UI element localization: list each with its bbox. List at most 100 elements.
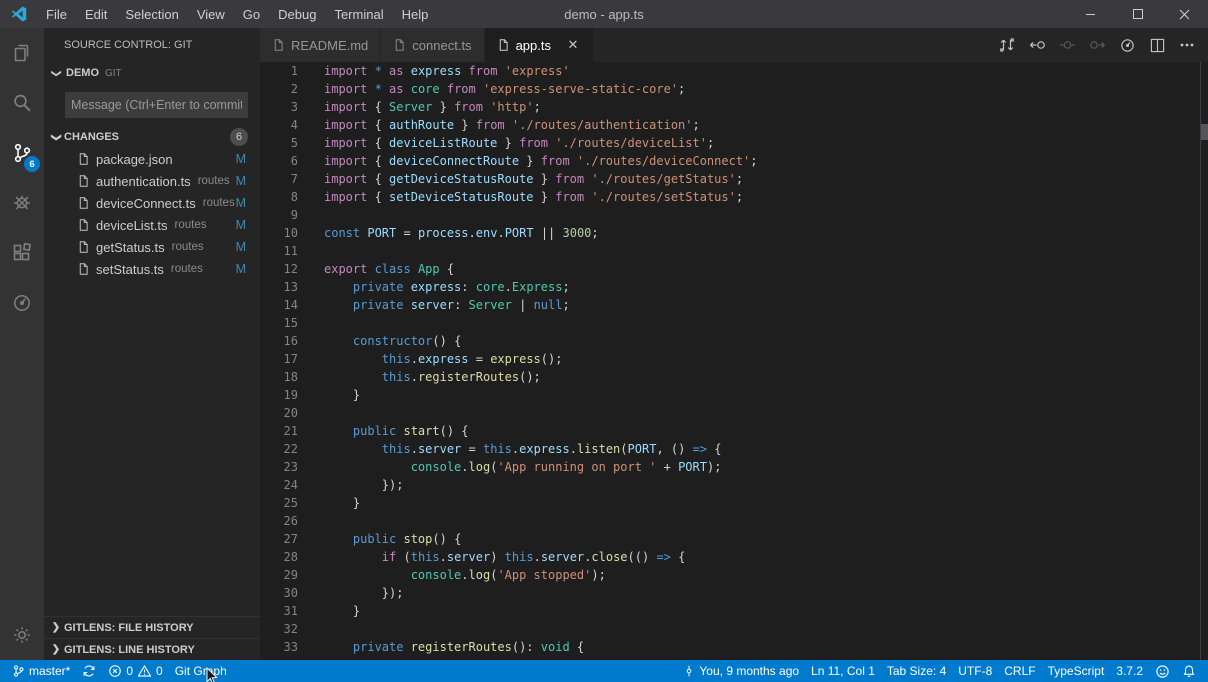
file-icon <box>393 38 406 52</box>
section-gitlens-file-history[interactable]: ❯GITLENS: FILE HISTORY <box>44 616 260 638</box>
code-line[interactable]: }); <box>324 476 403 494</box>
previous-change-icon[interactable] <box>1022 28 1052 62</box>
feedback-button[interactable] <box>1149 660 1176 682</box>
eol-indicator[interactable]: CRLF <box>998 660 1041 682</box>
section-gitlens-line-history[interactable]: ❯GITLENS: LINE HISTORY <box>44 638 260 660</box>
repo-type: GIT <box>105 68 122 79</box>
scrollbar-thumb[interactable] <box>1201 124 1208 140</box>
line-number: 24 <box>260 476 298 494</box>
menu-edit[interactable]: Edit <box>76 7 116 22</box>
close-window-button[interactable] <box>1161 0 1208 28</box>
ts-version-indicator[interactable]: 3.7.2 <box>1110 660 1149 682</box>
code-line[interactable]: export class App { <box>324 260 454 278</box>
maximize-button[interactable] <box>1114 0 1161 28</box>
activity-extensions[interactable] <box>0 228 44 278</box>
menu-file[interactable]: File <box>37 7 76 22</box>
activity-search[interactable] <box>0 78 44 128</box>
changes-count-badge: 6 <box>230 128 248 146</box>
changed-file-row[interactable]: deviceList.tsroutesM <box>44 214 260 236</box>
code-line[interactable]: import * as core from 'express-serve-sta… <box>324 80 685 98</box>
code-line[interactable]: import { getDeviceStatusRoute } from './… <box>324 170 743 188</box>
menu-terminal[interactable]: Terminal <box>325 7 392 22</box>
code-line[interactable]: import { setDeviceStatusRoute } from './… <box>324 188 743 206</box>
activity-manage[interactable] <box>0 610 44 660</box>
code-line[interactable]: import { Server } from 'http'; <box>324 98 541 116</box>
line-number: 28 <box>260 548 298 566</box>
more-actions-icon[interactable] <box>1172 28 1202 62</box>
code-line[interactable]: this.express = express(); <box>324 350 562 368</box>
code-line[interactable]: public stop() { <box>324 530 461 548</box>
close-tab-icon[interactable]: ✕ <box>565 37 581 53</box>
tab-connect[interactable]: connect.ts <box>381 28 484 62</box>
problems-indicator[interactable]: 0 0 <box>102 660 168 682</box>
changed-file-row[interactable]: package.jsonM <box>44 148 260 170</box>
code-line[interactable]: import { deviceConnectRoute } from './ro… <box>324 152 758 170</box>
code-line[interactable]: }); <box>324 584 403 602</box>
tab-label: connect.ts <box>412 38 471 53</box>
changed-file-row[interactable]: deviceConnect.tsroutesM <box>44 192 260 214</box>
notifications-button[interactable] <box>1176 660 1202 682</box>
code-editor[interactable]: 1import * as express from 'express'2impo… <box>260 62 1208 660</box>
code-line[interactable]: } <box>324 386 360 404</box>
code-line[interactable]: } <box>324 602 360 620</box>
commit-message-input[interactable] <box>65 92 248 118</box>
file-icon <box>77 196 90 210</box>
file-name: deviceList.ts <box>96 218 168 233</box>
activity-explorer[interactable] <box>0 28 44 78</box>
language-indicator[interactable]: TypeScript <box>1042 660 1111 682</box>
code-line[interactable]: import { deviceListRoute } from './route… <box>324 134 714 152</box>
tab-app[interactable]: app.ts ✕ <box>485 28 594 62</box>
code-line[interactable]: public start() { <box>324 422 469 440</box>
code-line[interactable]: constructor() { <box>324 332 461 350</box>
open-changes-icon[interactable] <box>992 28 1022 62</box>
encoding-indicator[interactable]: UTF-8 <box>952 660 998 682</box>
git-graph-button[interactable]: Git Graph <box>169 660 233 682</box>
chevron-down-icon: ❯ <box>51 129 62 145</box>
tab-readme[interactable]: README.md <box>260 28 381 62</box>
changed-file-row[interactable]: getStatus.tsroutesM <box>44 236 260 258</box>
activity-debug[interactable] <box>0 178 44 228</box>
code-line[interactable]: import * as express from 'express' <box>324 62 570 80</box>
code-line[interactable]: console.log('App stopped'); <box>324 566 606 584</box>
code-line[interactable]: import { authRoute } from './routes/auth… <box>324 116 700 134</box>
activity-gitlens[interactable] <box>0 278 44 328</box>
code-line[interactable]: } <box>324 494 360 512</box>
line-number: 7 <box>260 170 298 188</box>
menu-debug[interactable]: Debug <box>269 7 325 22</box>
menu-go[interactable]: Go <box>234 7 269 22</box>
code-line[interactable]: this.server = this.express.listen(PORT, … <box>324 440 721 458</box>
branch-indicator[interactable]: master* <box>6 660 76 682</box>
tab-label: app.ts <box>516 38 551 53</box>
code-line[interactable]: const PORT = process.env.PORT || 3000; <box>324 224 599 242</box>
code-line[interactable]: console.log('App running on port ' + POR… <box>324 458 721 476</box>
menu-view[interactable]: View <box>188 7 234 22</box>
file-icon <box>77 240 90 254</box>
split-editor-icon[interactable] <box>1142 28 1172 62</box>
editor-area: README.md connect.ts app.ts ✕ <box>260 28 1208 660</box>
file-name: setStatus.ts <box>96 262 164 277</box>
menu-bar: FileEditSelectionViewGoDebugTerminalHelp <box>37 0 437 28</box>
code-line[interactable]: private registerRoutes(): void { <box>324 638 584 656</box>
repo-header[interactable]: ❯ DEMO GIT <box>44 62 260 84</box>
minimize-button[interactable] <box>1067 0 1114 28</box>
line-number: 25 <box>260 494 298 512</box>
changes-section-header[interactable]: ❯ CHANGES 6 <box>44 126 260 148</box>
warning-count: 0 <box>156 664 163 678</box>
gitlens-file-history-icon[interactable] <box>1112 28 1142 62</box>
sync-button[interactable] <box>76 660 102 682</box>
tab-size-indicator[interactable]: Tab Size: 4 <box>881 660 952 682</box>
cursor-position[interactable]: Ln 11, Col 1 <box>805 660 881 682</box>
code-line[interactable]: this.registerRoutes(); <box>324 368 541 386</box>
changed-file-row[interactable]: setStatus.tsroutesM <box>44 258 260 280</box>
code-line[interactable]: if (this.server) this.server.close(() =>… <box>324 548 685 566</box>
tab-label: README.md <box>291 38 368 53</box>
code-line[interactable]: private server: Server | null; <box>324 296 570 314</box>
code-line[interactable]: private express: core.Express; <box>324 278 570 296</box>
changed-file-row[interactable]: authentication.tsroutesM <box>44 170 260 192</box>
status-bar-right: You, 9 months ago Ln 11, Col 1 Tab Size:… <box>677 660 1202 682</box>
file-icon <box>497 38 510 52</box>
menu-help[interactable]: Help <box>393 7 438 22</box>
activity-source-control[interactable]: 6 <box>0 128 44 178</box>
blame-annotation[interactable]: You, 9 months ago <box>677 660 805 682</box>
menu-selection[interactable]: Selection <box>116 7 187 22</box>
